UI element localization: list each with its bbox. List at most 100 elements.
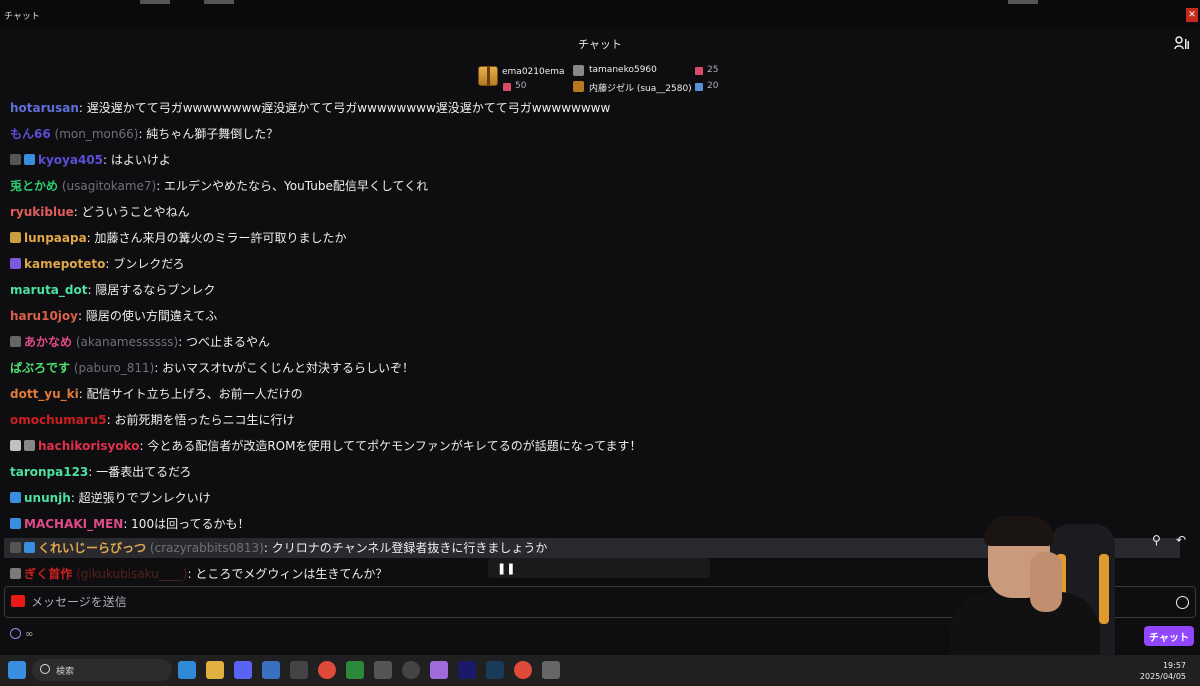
badge-icon — [10, 542, 21, 553]
speaker-icon — [24, 440, 35, 451]
windows-start-icon[interactable] — [8, 661, 26, 679]
chat-username[interactable]: lunpaapa — [24, 231, 87, 245]
subscriber-badge-icon — [24, 154, 35, 165]
chat-username[interactable]: hachikorisyoko — [38, 439, 139, 453]
reply-icon[interactable]: ↶ — [1176, 533, 1186, 547]
chrome-icon[interactable] — [514, 661, 532, 679]
search-icon — [40, 664, 50, 674]
chat-message: もん66 (mon_mon66): 純ちゃん獅子舞倒した？ — [10, 124, 278, 144]
edge-icon[interactable] — [178, 661, 196, 679]
leaderboard-entry-count: 20 — [707, 81, 719, 91]
gift-icon — [695, 67, 703, 75]
chat-text: : どういうことやねん — [73, 205, 190, 219]
chat-username[interactable]: ぱぶろです — [10, 361, 70, 375]
top-strip — [204, 0, 234, 4]
chat-username[interactable]: kyoya405 — [38, 153, 103, 167]
leaderboard-entry-name[interactable]: tamaneko5960 — [589, 65, 657, 75]
streamer-hand — [1030, 552, 1062, 612]
chat-message: lunpaapa: 加藤さん来月の篝火のミラー許可取りましたか — [10, 228, 347, 248]
window-title: チャット — [4, 12, 40, 22]
chat-text: : クリロナのチャンネル登録者抜きに行きましょうか — [263, 541, 548, 555]
chat-input[interactable] — [31, 592, 1031, 612]
minecraft-icon[interactable] — [346, 661, 364, 679]
camera-icon[interactable] — [11, 595, 25, 607]
discord-icon[interactable] — [234, 661, 252, 679]
chat-username[interactable]: maruta_dot — [10, 283, 87, 297]
chat-message: dott_yu_ki: 配信サイト立ち上げろ、お前一人だけの — [10, 384, 303, 404]
chat-text: : おいマスオtvがこくじんと対決するらしいぞ！ — [154, 361, 414, 375]
chat-message: ぎく首作 (gikukubisaku____): ところでメグウィンは生きてんか… — [10, 564, 387, 584]
pin-icon[interactable]: ⚲ — [1152, 533, 1161, 547]
close-icon[interactable]: ✕ — [1186, 8, 1198, 22]
app-icon[interactable] — [402, 661, 420, 679]
chrome-icon[interactable] — [318, 661, 336, 679]
chat-message: hotarusan: 遅没遅かてて弓ガwwwwwwww遅没遅かてて弓ガwwwww… — [10, 100, 610, 118]
subscriber-badge-icon — [24, 542, 35, 553]
chat-message: maruta_dot: 隠居するならブンレク — [10, 280, 215, 300]
badge-icon — [10, 232, 21, 243]
chat-username[interactable]: あかなめ — [24, 335, 72, 349]
pause-icon: ❚❚ — [497, 562, 516, 575]
gift-icon — [503, 83, 511, 91]
chat-text: : 100は回ってるかも！ — [123, 517, 250, 531]
leaderboard-entry-name[interactable]: 内藤ジゼル (sua__2580) — [589, 81, 692, 94]
app-icon[interactable] — [430, 661, 448, 679]
chat-text: : 隠居するならブンレク — [87, 283, 216, 297]
chat-username[interactable]: ununjh — [24, 491, 71, 505]
obs-icon[interactable] — [290, 661, 308, 679]
channel-points[interactable]: ∞ — [10, 628, 33, 640]
chat-text: : 純ちゃん獅子舞倒した？ — [138, 127, 279, 141]
steam-icon[interactable] — [486, 661, 504, 679]
chat-username[interactable]: 兎とかめ — [10, 179, 58, 193]
send-chat-button[interactable]: チャット — [1144, 626, 1194, 646]
top-strip — [140, 0, 170, 4]
chat-text: : ところでメグウィンは生きてんか？ — [187, 567, 388, 581]
chat-message: haru10joy: 隠居の使い方間違えてふ — [10, 306, 217, 326]
chat-text: : 超逆張りでブンレクいけ — [70, 491, 211, 505]
chat-text: : 加藤さん来月の篝火のミラー許可取りましたか — [86, 231, 347, 245]
chat-header: チャット — [0, 28, 1200, 58]
badge-icon — [10, 568, 21, 579]
chat-username[interactable]: くれいじーらびっつ — [38, 541, 146, 555]
chat-username[interactable]: hotarusan — [10, 101, 79, 115]
chat-username[interactable]: taronpa123 — [10, 465, 88, 479]
chat-username[interactable]: haru10joy — [10, 309, 78, 323]
chat-handle: (mon_mon66) — [50, 127, 139, 141]
chat-message: omochumaru5: お前死期を悟ったらニコ生に行け — [10, 410, 294, 430]
chat-username[interactable]: omochumaru5 — [10, 413, 107, 427]
app-icon[interactable] — [262, 661, 280, 679]
chat-paused-bar[interactable]: ❚❚ — [488, 558, 710, 578]
app-icon[interactable] — [458, 661, 476, 679]
chat-username[interactable]: dott_yu_ki — [10, 387, 79, 401]
folder-icon[interactable] — [206, 661, 224, 679]
taskbar: 検索 19:57 2025/04/05 — [0, 655, 1200, 686]
chat-message: ぱぶろです (paburo_811): おいマスオtvがこくじんと対決するらしい… — [10, 358, 414, 378]
community-icon[interactable] — [1174, 35, 1190, 51]
app-icon[interactable] — [542, 661, 560, 679]
emote-icon[interactable] — [1176, 596, 1189, 609]
chat-username[interactable]: ryukiblue — [10, 205, 74, 219]
chat-username[interactable]: kamepoteto — [24, 257, 105, 271]
chat-text: : エルデンやめたなら、YouTube配信早くしてくれ — [156, 179, 429, 193]
chat-username[interactable]: MACHAKI_MEN — [24, 517, 123, 531]
clock-time: 19:57 — [1162, 661, 1186, 670]
chat-handle: (paburo_811) — [70, 361, 155, 375]
badge-icon — [10, 154, 21, 165]
taskbar-clock[interactable]: 19:57 2025/04/05 — [1140, 660, 1186, 682]
chat-username[interactable]: ぎく首作 — [24, 567, 72, 581]
chat-message: kamepoteto: ブンレクだろ — [10, 254, 185, 274]
leaderboard-top-name[interactable]: ema0210ema — [502, 67, 565, 77]
taskbar-search[interactable]: 検索 — [32, 659, 172, 681]
chat-message: ryukiblue: どういうことやねん — [10, 202, 190, 222]
channel-points-icon — [10, 628, 21, 639]
chat-text: : はよいけよ — [103, 153, 171, 167]
chat-text: : お前死期を悟ったらニコ生に行け — [106, 413, 295, 427]
chat-message: MACHAKI_MEN: 100は回ってるかも！ — [10, 514, 249, 534]
streamer-hair — [984, 516, 1054, 546]
clock-date: 2025/04/05 — [1139, 672, 1186, 681]
subscriber-badge-icon — [10, 518, 21, 529]
window-titlebar: チャット ✕ — [0, 0, 1200, 28]
chat-username[interactable]: もん66 — [10, 127, 51, 141]
chat-handle: (crazyrabbits0813) — [146, 541, 264, 555]
capcut-icon[interactable] — [374, 661, 392, 679]
